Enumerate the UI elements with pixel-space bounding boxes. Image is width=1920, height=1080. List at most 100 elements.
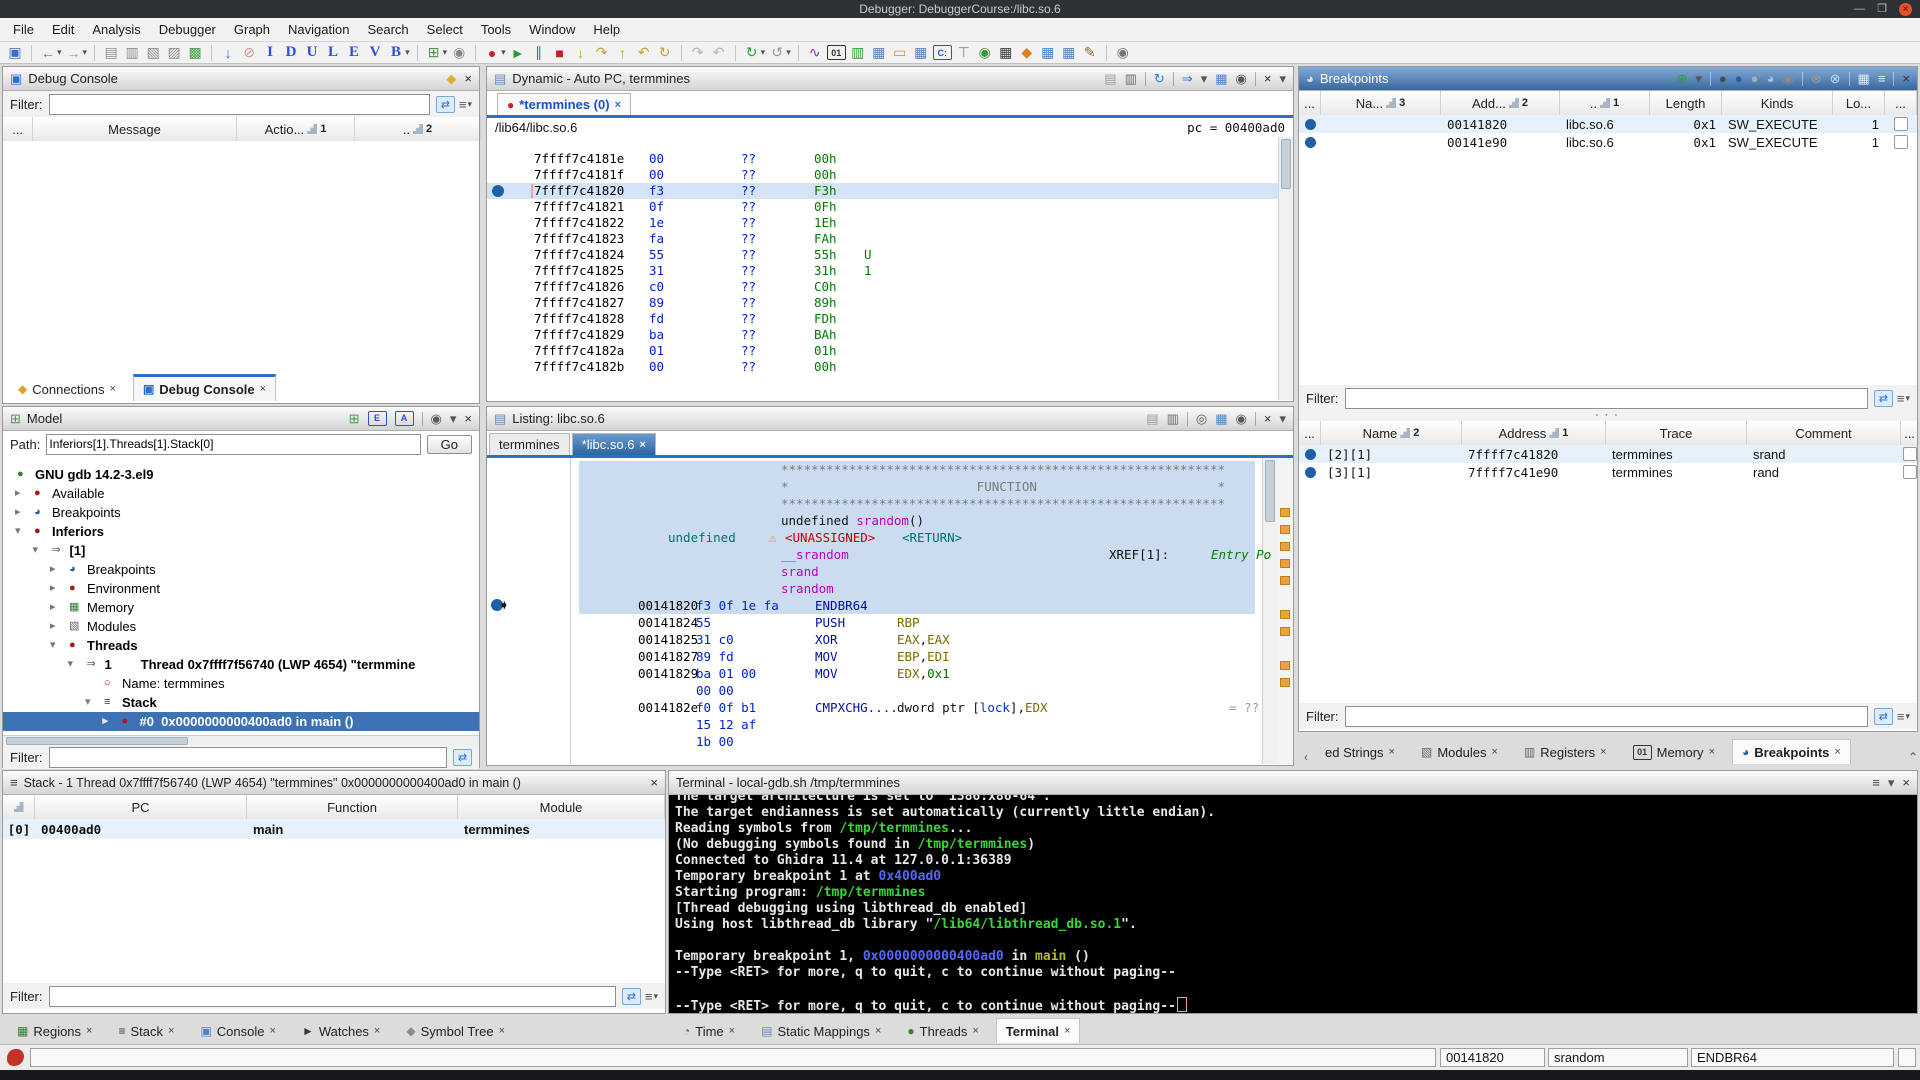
go-button[interactable]: Go	[426, 434, 472, 454]
vertical-scrollbar[interactable]	[1262, 458, 1277, 764]
close-tab-icon[interactable]: ×	[260, 383, 266, 395]
action-d-icon[interactable]: D	[282, 44, 300, 62]
minimize-icon[interactable]: —	[1854, 2, 1865, 16]
skip-over-icon[interactable]: ↷	[689, 44, 707, 62]
expand-icon[interactable]: ⌃	[1908, 750, 1918, 764]
chevron-down-icon[interactable]: ▾	[450, 412, 457, 425]
hex-row[interactable]: 7ffff7c41827 89?? 89h	[487, 295, 1279, 311]
clear-icon[interactable]: ⊗	[1811, 72, 1822, 85]
hex-row[interactable]: 7ffff7c4181e 00?? 00h	[487, 151, 1279, 167]
hex-row[interactable]: 7ffff7c41821 0f?? 0Fh	[487, 199, 1279, 215]
breakpoint-dot[interactable]	[492, 185, 504, 197]
tree-expander-icon[interactable]: ▸	[50, 579, 56, 598]
step-into-icon[interactable]: ↓	[572, 44, 590, 62]
tree-node-stack[interactable]: ▾ ≡ Stack	[3, 693, 479, 712]
close-tab-icon[interactable]: ×	[374, 1025, 380, 1037]
filter-options-icon[interactable]: ≡	[1897, 709, 1905, 724]
launch-icon[interactable]: ◉	[976, 44, 994, 62]
dropdown-arrow-icon[interactable]: ▾	[57, 47, 62, 58]
column-header-add[interactable]: Add... 2	[1441, 91, 1560, 115]
patch-merge-icon[interactable]: ▨	[165, 44, 183, 62]
menu-edit[interactable]: Edit	[43, 19, 83, 40]
close-tab-icon[interactable]: ×	[1064, 1025, 1070, 1037]
patch-icon[interactable]: ▤	[102, 44, 120, 62]
column-header-lo[interactable]: Lo...	[1833, 91, 1885, 115]
close-tab-icon[interactable]: ×	[270, 1025, 276, 1037]
paste-icon[interactable]: ▥	[1125, 72, 1137, 85]
tree-expander-icon[interactable]: ▸	[15, 484, 21, 503]
dropdown-arrow-icon[interactable]: ▾	[405, 47, 410, 58]
column-header-function[interactable]: Function	[247, 795, 458, 819]
column-header-actio[interactable]: Actio... 1	[237, 117, 355, 141]
action-i-icon[interactable]: I	[261, 44, 279, 62]
tree-expander-icon[interactable]: ▸	[50, 617, 56, 636]
camera-icon[interactable]: ◉	[1236, 412, 1247, 425]
tab-terminal[interactable]: Terminal ×	[995, 1018, 1081, 1043]
dropdown-arrow-icon[interactable]: ▾	[786, 47, 791, 58]
step-back-icon[interactable]: ↶	[635, 44, 653, 62]
step-last-icon[interactable]: ↻	[656, 44, 674, 62]
path-input[interactable]	[46, 433, 421, 455]
dropdown-arrow-icon[interactable]: ▾	[761, 47, 766, 58]
grid-search-icon[interactable]: ▦	[1858, 72, 1870, 85]
menu-help[interactable]: Help	[584, 19, 629, 40]
table-row[interactable]: 00141e90 libc.so.6 0x1 SW_EXECUTE 1	[1299, 133, 1917, 151]
table-row[interactable]: [2][1] 7ffff7c41820 termmines srand	[1299, 445, 1917, 463]
close-tab-icon[interactable]: ×	[639, 439, 645, 451]
tab-libc-so-6[interactable]: *libc.so.6 ×	[571, 433, 656, 455]
copy-icon[interactable]: ▤	[1104, 72, 1116, 85]
tab-termmines-0[interactable]: ● *termmines (0) ×	[497, 93, 631, 115]
tree-node-breakpoints[interactable]: ▸ ◕ Breakpoints	[3, 503, 479, 522]
dropdown-arrow-icon[interactable]: ▾	[83, 47, 88, 58]
hex-row[interactable]: 7ffff7c41826 c0?? C0h	[487, 279, 1279, 295]
interrupt-icon[interactable]: ∥	[530, 44, 548, 62]
diamond-icon[interactable]: ◆	[1018, 44, 1036, 62]
menu-window[interactable]: Window	[520, 19, 584, 40]
hex-row[interactable]: 7ffff7c41820 f3?? F3h	[487, 183, 1279, 199]
tree-node-0-0x000000000040[interactable]: ▸ ● #0 0x0000000000400ad0 in main ()	[3, 712, 479, 731]
resume-loop-icon[interactable]: ↻	[743, 44, 761, 62]
enabled-checkbox[interactable]	[1903, 465, 1917, 479]
tab-console[interactable]: ▣ Console ×	[191, 1019, 284, 1043]
listing-line[interactable]: 00141820 f3 0f 1e fa ENDBR64 ➧	[487, 597, 1271, 614]
tab-debug-console[interactable]: ▣ Debug Console ×	[132, 374, 277, 401]
nav-forward-icon[interactable]: →	[65, 44, 83, 62]
column-header-name[interactable]: Name 2	[1321, 421, 1462, 445]
tree-expander-icon[interactable]: ▸	[103, 712, 109, 731]
menu-analysis[interactable]: Analysis	[83, 19, 149, 40]
step-out-icon[interactable]: ↑	[614, 44, 632, 62]
table-row[interactable]: [0] 00400ad0 main termmines	[3, 819, 665, 839]
skip-out-icon[interactable]: ↶	[710, 44, 728, 62]
menu-graph[interactable]: Graph	[225, 19, 279, 40]
chip-a-icon[interactable]: A	[394, 411, 414, 426]
action-u-icon[interactable]: U	[303, 44, 321, 62]
close-tab-icon[interactable]: ×	[1834, 746, 1840, 758]
tree-expander-icon[interactable]: ▸	[50, 560, 56, 579]
action-l-icon[interactable]: L	[324, 44, 342, 62]
menu-select[interactable]: Select	[418, 19, 472, 40]
tree-expander-icon[interactable]: ▾	[15, 522, 21, 541]
column-header-icon[interactable]: .. 2	[355, 117, 481, 141]
listing-line[interactable]: ****************************************…	[487, 461, 1271, 478]
hex-row[interactable]: 7ffff7c4181f 00?? 00h	[487, 167, 1279, 183]
threads-icon[interactable]: ◉	[450, 44, 468, 62]
paste-icon[interactable]: ▥	[1167, 412, 1179, 425]
tab-regions[interactable]: ▦ Regions ×	[8, 1019, 101, 1043]
plus-icon[interactable]: ⊕	[1676, 72, 1687, 85]
tab-threads[interactable]: ● Threads ×	[898, 1019, 987, 1043]
tree-expander-icon[interactable]: ▾	[85, 693, 91, 712]
dynamic-header[interactable]: ▤ Dynamic - Auto PC, termmines ▤ ▥ ↻ ⇒ ▾ ▦ ◉ × ▾	[487, 67, 1293, 91]
column-header-icon[interactable]: ...	[1901, 421, 1919, 445]
copy-icon[interactable]: ▤	[1146, 412, 1158, 425]
dropdown-arrow-icon[interactable]: ▾	[501, 47, 506, 58]
nav-back-icon[interactable]: ←	[39, 44, 57, 62]
table-view2-icon[interactable]: ▦	[1060, 44, 1078, 62]
tree-node-threads[interactable]: ▾ ● Threads	[3, 636, 479, 655]
kill-icon[interactable]: ■	[551, 44, 569, 62]
tree-node-name-termmines[interactable]: ○ Name: termmines	[3, 674, 479, 693]
column-header-icon[interactable]: ...	[3, 117, 33, 141]
menu-search[interactable]: Search	[358, 19, 417, 40]
hex-row[interactable]: 7ffff7c41824 55?? 55h U	[487, 247, 1279, 263]
tab-ed-strings[interactable]: ed Strings ×	[1316, 740, 1404, 764]
close-tab-icon[interactable]: ×	[168, 1025, 174, 1037]
